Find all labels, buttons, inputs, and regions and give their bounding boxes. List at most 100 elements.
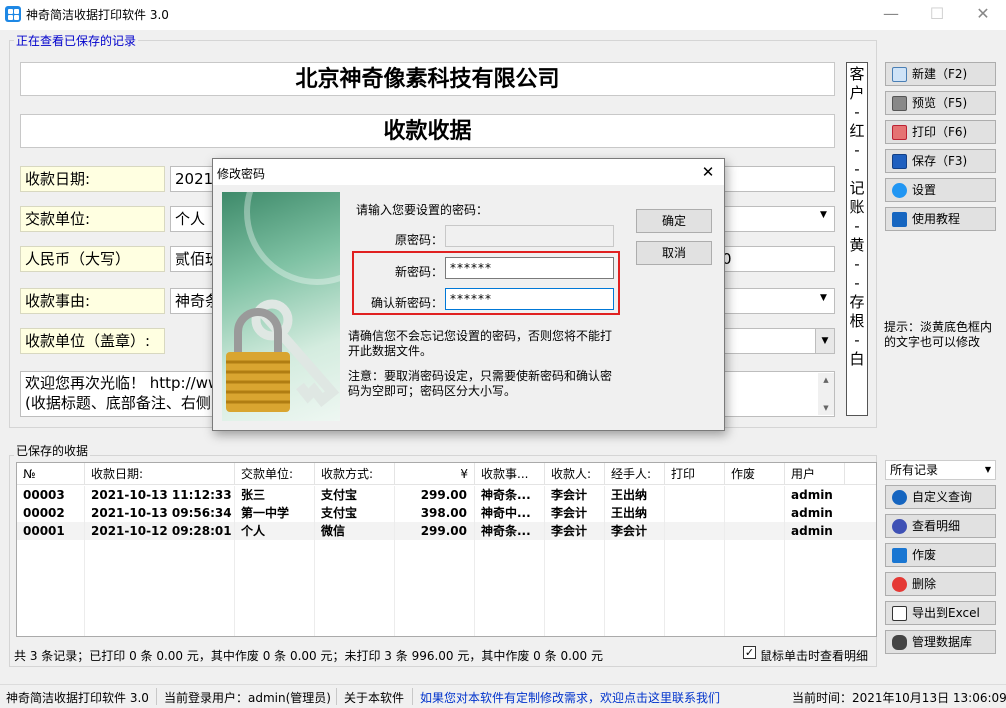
window-title: 神奇简洁收据打印软件 3.0 [26,8,169,22]
col-amount[interactable]: ¥ [395,463,475,485]
status-user: 当前登录用户：admin(管理员) [164,691,331,705]
col-void[interactable]: 作废 [725,463,785,485]
column-divider [604,486,605,636]
table-cell: 第一中学 [241,506,290,520]
custom-query-button[interactable]: 自定义查询 [885,485,996,509]
table-cell: 李会计 [551,506,588,520]
filter-select[interactable]: 所有记录 ▼ [885,460,996,480]
old-password-label: 原密码： [394,233,443,247]
table-row[interactable]: 00003 2021-10-13 11:12:33 张三 支付宝 299.00 神奇条..… [17,486,876,504]
copy-strip-char: 账 [849,198,865,216]
copy-strip-char: - [854,331,860,349]
database-icon [892,635,907,650]
status-bar: 神奇简洁收据打印软件 3.0 当前登录用户：admin(管理员) 关于本软件 如… [0,684,1006,708]
table-cell: 神奇条... [481,488,531,502]
contact-link[interactable]: 如果您对本软件有定制修改需求，欢迎点击这里联系我们 [420,689,720,706]
lock-illustration [222,192,340,421]
table-cell: 支付宝 [321,488,358,502]
dialog-close-button[interactable]: ✕ [693,160,723,184]
ok-button[interactable]: 确定 [636,209,712,233]
manage-db-button[interactable]: 管理数据库 [885,630,996,654]
tutorial-button[interactable]: 使用教程 [885,207,996,231]
printer-icon [892,125,907,140]
table-cell [725,522,785,540]
table-cell: 2021-10-12 09:28:01 [91,524,232,538]
col-printed[interactable]: 打印 [665,463,725,485]
copy-strip-char: 根 [849,312,865,330]
dialog-prompt: 请输入您要设置的密码： [356,203,489,217]
table-cell: 王出纳 [611,488,648,502]
app-icon [5,6,21,22]
table-cell: 398.00 [420,506,467,520]
table-cell: 299.00 [420,524,467,538]
delete-button[interactable]: 删除 [885,572,996,596]
print-button[interactable]: 打印（F6) [885,120,996,144]
view-detail-button[interactable]: 查看明细 [885,514,996,538]
col-payer[interactable]: 交款单位: [235,463,315,485]
table-row[interactable]: 00001 2021-10-12 09:28:01 个人 微信 299.00 神奇条...… [17,522,876,540]
column-divider [234,486,235,636]
saved-group-label: 已保存的收据 [14,442,91,459]
copy-strip-char: - [854,217,860,235]
column-divider [724,486,725,636]
save-disk-icon [892,154,907,169]
col-handler[interactable]: 经手人: [605,463,665,485]
export-excel-button[interactable]: 导出到Excel [885,601,996,625]
payer-dropdown-arrow-icon[interactable]: ▼ [820,210,827,220]
receipt-title-field[interactable]: 收款收据 [20,114,835,148]
new-button[interactable]: 新建（F2) [885,62,996,86]
col-method[interactable]: 收款方式: [315,463,395,485]
table-cell: 支付宝 [321,506,358,520]
company-name-field[interactable]: 北京神奇像素科技有限公司 [20,62,835,96]
record-group-label: 正在查看已保存的记录 [14,32,139,49]
col-no[interactable]: № [17,463,85,485]
status-app-name: 神奇简洁收据打印软件 3.0 [6,691,149,705]
close-button[interactable]: ✕ [960,0,1006,30]
column-divider [544,486,545,636]
summary-text: 共 3 条记录；已打印 0 条 0.00 元，其中作废 0 条 0.00 元；未… [14,649,603,663]
table-cell: 神奇中... [481,506,531,520]
table-cell: 00001 [23,524,65,538]
table-cell: admin [791,488,833,502]
col-reason[interactable]: 收款事... [475,463,545,485]
table-body: 00003 2021-10-13 11:12:33 张三 支付宝 299.00 神奇条..… [17,486,876,636]
save-button[interactable]: 保存（F3) [885,149,996,173]
export-icon [892,606,907,621]
preview-button[interactable]: 预览（F5) [885,91,996,115]
payee-unit-label: 收款单位（盖章）: [20,328,165,354]
confirm-password-field[interactable]: ****** [445,288,614,310]
reason-dropdown-arrow-icon[interactable]: ▼ [820,293,827,303]
confirm-password-label: 确认新密码： [370,296,443,310]
title-bar: 神奇简洁收据打印软件 3.0 — ☐ ✕ [0,0,1006,30]
reason-label: 收款事由: [20,288,165,314]
note-scrollbar[interactable]: ▲ ▼ [818,373,834,415]
old-password-field[interactable] [445,225,614,247]
table-row[interactable]: 00002 2021-10-13 09:56:34 第一中学 支付宝 398.00 神奇中… [17,504,876,522]
cancel-button[interactable]: 取消 [636,241,712,265]
new-password-field[interactable]: ****** [445,257,614,279]
click-detail-checkbox[interactable]: ✓ [743,646,756,659]
dialog-note: 注意：要取消密码设定，只需要使新密码和确认密码为空即可；密码区分大小写。 [348,369,613,398]
settings-button[interactable]: 设置 [885,178,996,202]
copy-strip-char: - [854,274,860,292]
stamp-dropdown-arrow-icon[interactable]: ▼ [815,329,834,353]
about-link[interactable]: 关于本软件 [344,689,404,706]
col-payee[interactable]: 收款人: [545,463,605,485]
maximize-button[interactable]: ☐ [914,0,960,30]
new-doc-icon [892,67,907,82]
column-divider [394,486,395,636]
column-divider [784,486,785,636]
table-cell: 00003 [23,488,65,502]
search-icon [892,490,907,505]
copy-strip-char: 黄 [849,236,865,254]
trash-icon [892,548,907,563]
status-time: 当前时间：2021年10月13日 13:06:09 [792,691,1006,705]
void-button[interactable]: 作废 [885,543,996,567]
table-cell [665,522,725,540]
table-cell: 299.00 [420,488,467,502]
col-date[interactable]: 收款日期: [85,463,235,485]
copy-strip-char: 红 [849,122,865,140]
col-user[interactable]: 用户 [785,463,845,485]
minimize-button[interactable]: — [868,0,914,30]
dialog-warning: 请确信您不会忘记您设置的密码，否则您将不能打开此数据文件。 [348,329,613,358]
